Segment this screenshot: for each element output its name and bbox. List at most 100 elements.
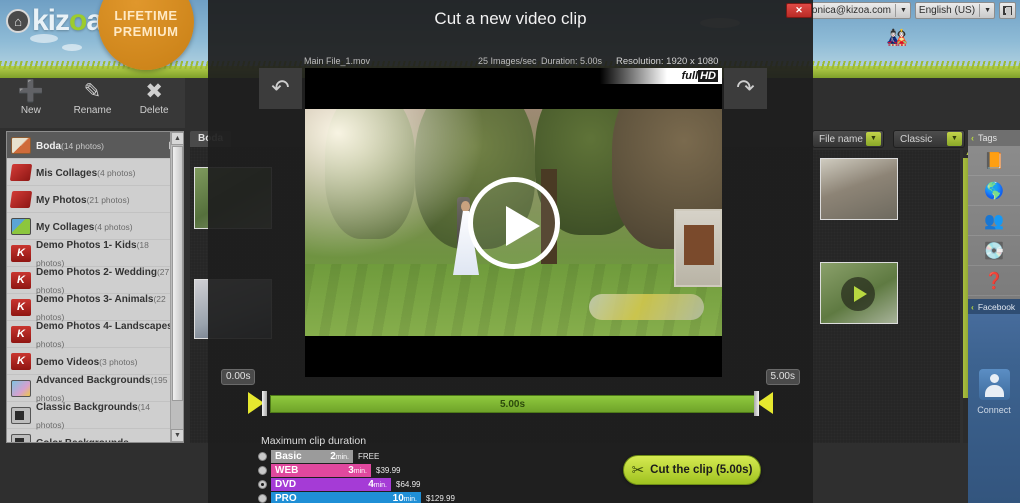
rename-album-button[interactable]: ✎ Rename [65, 80, 119, 116]
tier-bar[interactable]: Basic 2min. [271, 450, 353, 463]
tier-unit: min. [403, 496, 417, 503]
album-list-item[interactable]: Classic Backgrounds(14 photos) [7, 402, 183, 430]
delete-album-label: Delete [139, 105, 169, 116]
hot-air-balloon-icon: 🎎 [886, 28, 908, 47]
album-list[interactable]: Boda(14 photos)▶Mis Collages(4 photos)My… [6, 131, 184, 443]
album-list-scrollbar[interactable]: ▲ ▼ [170, 132, 183, 442]
language-dropdown[interactable]: English (US) ▼ [914, 2, 995, 19]
media-thumbnail-photo[interactable] [820, 158, 898, 220]
clip-timeline[interactable]: 5.00s [248, 391, 773, 416]
scroll-up-icon[interactable]: ▲ [171, 132, 183, 145]
view-mode-value: Classic [900, 133, 933, 145]
collage-icon [11, 217, 31, 235]
max-duration-label: Maximum clip duration [261, 435, 367, 447]
sort-by-dropdown[interactable]: File name ▼ [812, 130, 884, 148]
album-name: Classic Backgrounds [36, 402, 138, 413]
album-list-item[interactable]: Mis Collages(4 photos) [7, 159, 183, 186]
rotate-left-icon[interactable]: ↶ [259, 68, 302, 109]
album-name: Demo Photos 3- Animals [36, 294, 154, 305]
clip-start-handle[interactable] [248, 391, 270, 416]
tier-name: DVD [275, 479, 297, 490]
video-player: ↶ ↷ full HD [259, 68, 767, 377]
duration-tier-list[interactable]: Basic 2min. FREE WEB 3min. $39.99 DVD 4min. $64.… [258, 450, 458, 503]
media-thumbnail-list[interactable] [812, 150, 960, 443]
tier-unit: min. [335, 454, 349, 461]
facebook-panel-header[interactable]: ‹ Facebook [968, 299, 1020, 314]
duration-tier-row[interactable]: PRO 10min. $129.99 [258, 492, 458, 503]
help-tag-icon[interactable]: ❓ [968, 266, 1020, 296]
structure-shape [674, 209, 722, 287]
tier-radio[interactable] [258, 480, 267, 489]
language-value: English (US) [918, 5, 976, 16]
duration-tier-row[interactable]: DVD 4min. $64.99 [258, 478, 458, 491]
album-tag-icon[interactable]: 📙 [968, 146, 1020, 176]
kizoa-album-icon: K [11, 244, 31, 262]
facebook-connect-label[interactable]: Connect [968, 405, 1020, 415]
video-preview[interactable]: full HD [305, 68, 722, 377]
play-icon [841, 277, 875, 311]
tags-panel-header[interactable]: ‹ Tags [968, 130, 1020, 146]
full-hd-badge: full HD [600, 68, 722, 84]
clip-end-handle[interactable] [751, 391, 773, 416]
flowerbed-shape [589, 294, 704, 320]
tier-bar[interactable]: WEB 3min. [271, 464, 371, 477]
people-tag-icon[interactable]: 👥 [968, 206, 1020, 236]
sun-flare [305, 109, 485, 259]
tier-bar[interactable]: DVD 4min. [271, 478, 391, 491]
tier-name: WEB [275, 465, 299, 476]
hd-badge-full: full [681, 70, 699, 82]
album-list-item[interactable]: Boda(14 photos)▶ [7, 132, 183, 159]
new-album-button[interactable]: ➕ New [4, 80, 58, 116]
album-photo-count: (3 photos) [99, 357, 138, 367]
modal-title: Cut a new video clip [434, 9, 587, 28]
play-button-icon[interactable] [467, 176, 560, 269]
scroll-down-icon[interactable]: ▼ [171, 429, 183, 442]
delete-album-button[interactable]: ✖ Delete [127, 80, 181, 116]
collapse-icon[interactable]: ‹ [971, 302, 974, 312]
clip-selection-track[interactable]: 5.00s [270, 395, 755, 413]
tier-bar[interactable]: PRO 10min. [271, 492, 421, 503]
duration-tier-row[interactable]: Basic 2min. FREE [258, 450, 458, 463]
duration-label: Duration: 5.00s [541, 56, 603, 66]
user-avatar-icon[interactable] [979, 369, 1010, 400]
fullscreen-icon[interactable] [999, 2, 1016, 19]
tier-name: Basic [275, 451, 302, 462]
tier-radio[interactable] [258, 452, 267, 461]
premium-line-2: PREMIUM [113, 23, 179, 39]
album-name: Mis Collages [36, 168, 98, 179]
album-name: My Collages [36, 222, 95, 233]
kizoa-album-icon: K [11, 298, 31, 316]
world-tag-icon[interactable]: 🌎 [968, 176, 1020, 206]
media-thumbnail-video[interactable] [820, 262, 898, 324]
album-name: Demo Photos 4- Landscapes [36, 321, 173, 332]
scrollbar-thumb[interactable] [172, 146, 183, 401]
album-photo-count: (4 photos) [94, 222, 133, 232]
chevron-down-icon: ▼ [984, 7, 991, 14]
divider [894, 4, 896, 17]
rotate-right-icon[interactable]: ↷ [724, 68, 767, 109]
album-list-item[interactable]: My Photos(21 photos) [7, 186, 183, 213]
library-toolbar: ➕ New ✎ Rename ✖ Delete [0, 78, 185, 128]
tier-radio[interactable] [258, 466, 267, 475]
brand-logo[interactable]: ⌂ kizoa [6, 4, 103, 38]
tier-unit: min. [373, 482, 387, 489]
album-name: Demo Photos 2- Wedding [36, 267, 157, 278]
kizoa-app: 🎎 ⌂ kizoa LIFETIME PREMIUM veronica@kizo… [0, 0, 1020, 503]
video-frame [305, 109, 722, 336]
cut-clip-modal: Cut a new video clip ✕ Main File_1.mov 2… [208, 0, 813, 503]
album-list-item[interactable]: KDemo Photos 4- Landscapes(14 photos) [7, 321, 183, 349]
duration-tier-row[interactable]: WEB 3min. $39.99 [258, 464, 458, 477]
print-tag-icon[interactable]: 💽 [968, 236, 1020, 266]
cut-the-clip-button[interactable]: ✂ Cut the clip (5.00s) [623, 455, 761, 485]
cut-the-clip-label: Cut the clip (5.00s) [650, 464, 753, 476]
home-icon[interactable]: ⌂ [6, 9, 30, 33]
tier-price: $64.99 [396, 480, 421, 489]
close-icon[interactable]: ✕ [786, 3, 812, 18]
clip-start-time[interactable]: 0.00s [221, 369, 256, 385]
view-mode-dropdown[interactable]: Classic ▼ [893, 130, 965, 148]
clip-end-time[interactable]: 5.00s [765, 369, 800, 385]
tier-radio[interactable] [258, 494, 267, 503]
album-photo-count: (14 photos) [61, 141, 104, 151]
collapse-icon[interactable]: ‹ [971, 133, 974, 143]
color-bg-icon [11, 433, 31, 442]
